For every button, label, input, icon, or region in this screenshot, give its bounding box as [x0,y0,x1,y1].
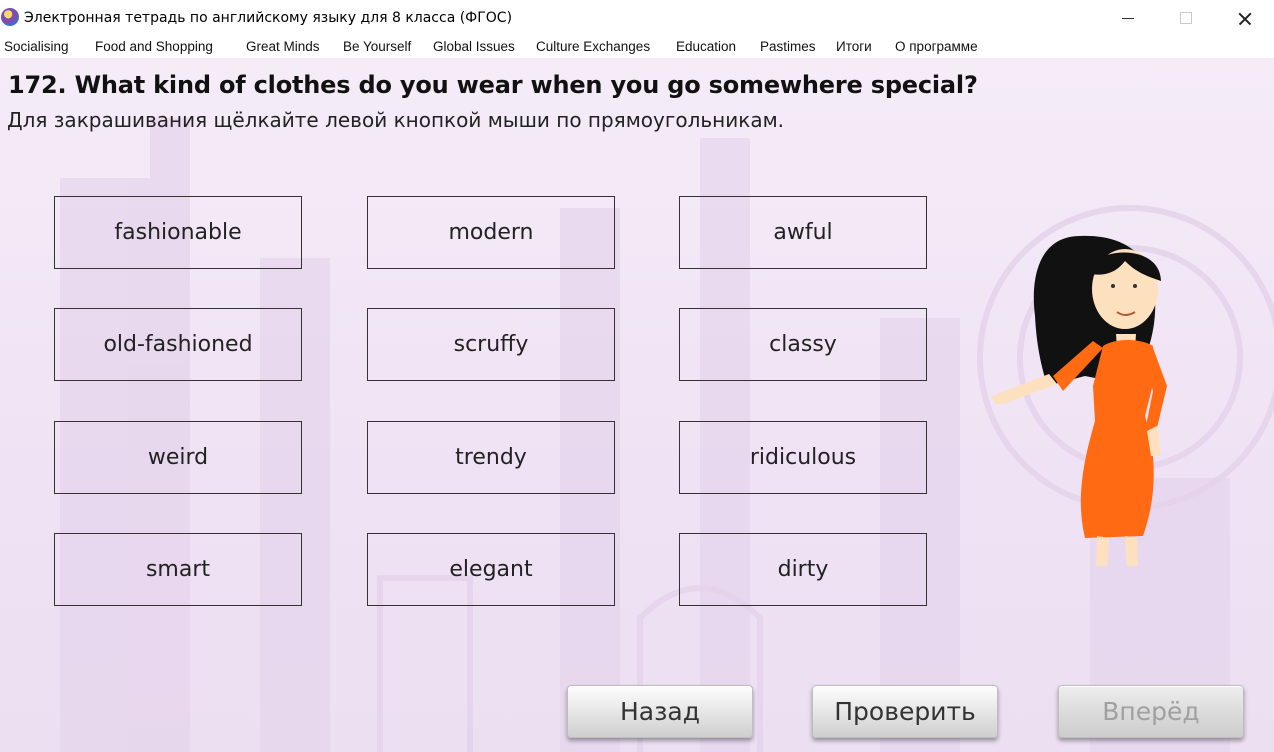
word-box-scruffy[interactable]: scruffy [367,308,615,381]
menu-item-be-yourself[interactable]: Be Yourself [343,39,411,54]
menu-item-pastimes[interactable]: Pastimes [760,39,816,54]
back-button[interactable]: Назад [567,685,753,738]
menu-item-great-minds[interactable]: Great Minds [246,39,320,54]
check-button[interactable]: Проверить [812,685,998,738]
forward-button[interactable]: Вперёд [1058,685,1244,738]
word-box-modern[interactable]: modern [367,196,615,269]
word-box-elegant[interactable]: elegant [367,533,615,606]
word-box-classy[interactable]: classy [679,308,927,381]
maximize-button[interactable] [1162,0,1208,36]
word-box-trendy[interactable]: trendy [367,421,615,494]
minimize-button[interactable] [1105,0,1151,36]
exercise-instruction: Для закрашивания щёлкайте левой кнопкой … [7,108,785,132]
teacher-character-illustration [991,235,1167,566]
word-box-old-fashioned[interactable]: old-fashioned [54,308,302,381]
app-globe-icon [1,8,19,26]
menu-bar: Socialising Food and Shopping Great Mind… [0,36,1274,58]
title-bar: Электронная тетрадь по английскому языку… [0,0,1274,36]
menu-item-itogi[interactable]: Итоги [836,39,872,54]
menu-item-global-issues[interactable]: Global Issues [433,39,515,54]
word-box-awful[interactable]: awful [679,196,927,269]
word-box-weird[interactable]: weird [54,421,302,494]
word-box-ridiculous[interactable]: ridiculous [679,421,927,494]
menu-item-culture-exchanges[interactable]: Culture Exchanges [536,39,650,54]
close-button[interactable] [1221,0,1267,36]
exercise-area: 172. What kind of clothes do you wear wh… [0,58,1274,752]
menu-item-socialising[interactable]: Socialising [4,39,69,54]
exercise-heading: 172. What kind of clothes do you wear wh… [8,71,978,99]
menu-item-education[interactable]: Education [676,39,736,54]
window-title: Электронная тетрадь по английскому языку… [24,10,513,26]
word-box-smart[interactable]: smart [54,533,302,606]
word-box-dirty[interactable]: dirty [679,533,927,606]
word-box-fashionable[interactable]: fashionable [54,196,302,269]
menu-item-about[interactable]: О программе [895,39,978,54]
menu-item-food-and-shopping[interactable]: Food and Shopping [95,39,213,54]
